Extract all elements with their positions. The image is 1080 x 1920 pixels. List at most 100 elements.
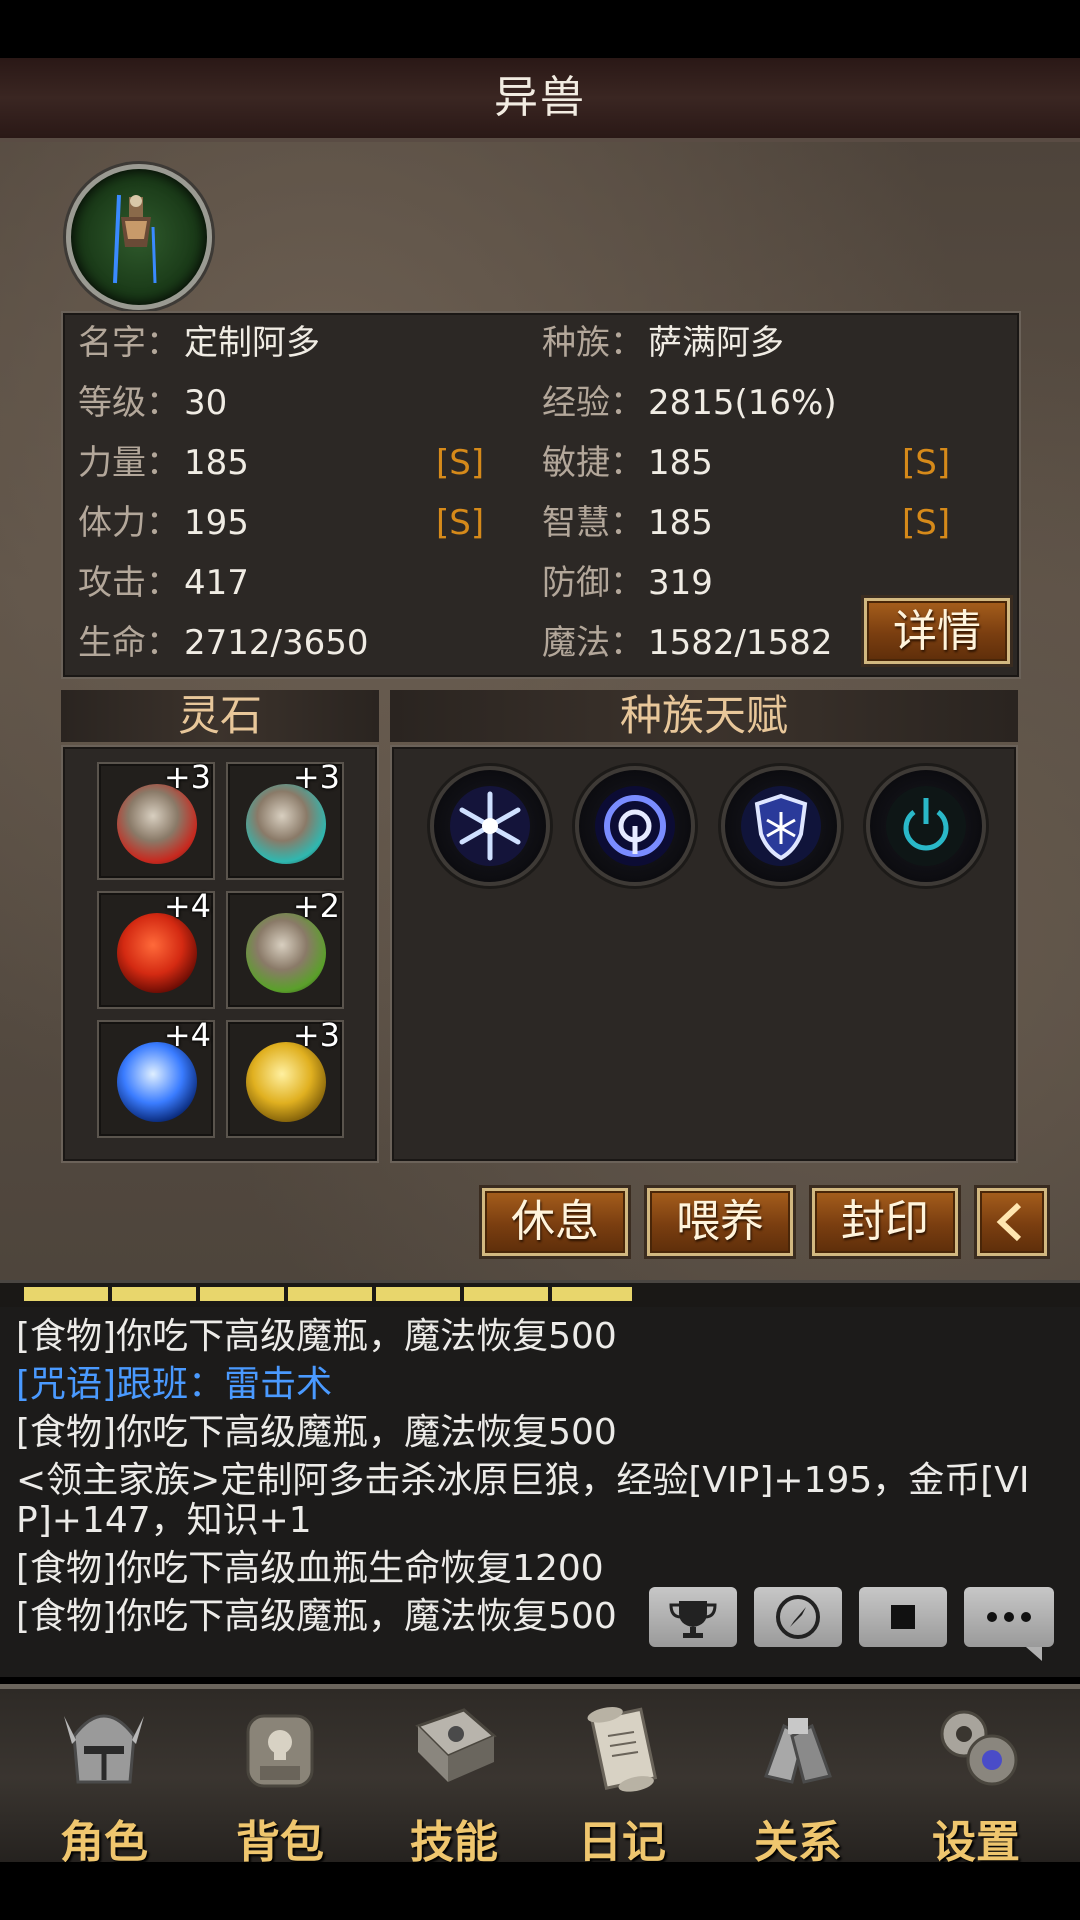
- spirit-stone-slot[interactable]: +2: [226, 887, 344, 1009]
- arcane-ring-icon: [595, 786, 675, 866]
- exp-row: 经验： 2815(16%): [542, 383, 837, 423]
- strength-row: 力量： 185: [78, 443, 249, 483]
- agility-row: 敏捷： 185: [542, 443, 713, 483]
- agility-label: 敏捷：: [542, 443, 644, 483]
- wisdom-value: 185: [648, 503, 713, 543]
- defense-value: 319: [648, 563, 713, 603]
- spirit-stone-slot[interactable]: +4: [97, 887, 215, 1009]
- stop-button[interactable]: [859, 1587, 947, 1647]
- gauntlets-icon: [764, 1718, 832, 1784]
- race-row: 种族： 萨满阿多: [542, 323, 784, 363]
- defense-row: 防御： 319: [542, 563, 713, 603]
- wisdom-row: 智慧： 185: [542, 503, 713, 543]
- agility-value: 185: [648, 443, 713, 483]
- name-row: 名字： 定制阿多: [78, 323, 320, 363]
- race-value: 萨满阿多: [648, 323, 784, 363]
- nav-relations[interactable]: 关系: [718, 1696, 878, 1868]
- nav-label: 角色: [60, 1817, 148, 1868]
- hp-row: 生命： 2712/3650: [78, 623, 369, 663]
- nav-label: 背包: [236, 1817, 324, 1868]
- chat-button[interactable]: [964, 1587, 1054, 1661]
- name-label: 名字：: [78, 323, 180, 363]
- nav-backpack[interactable]: 背包: [200, 1696, 360, 1868]
- strength-label: 力量：: [78, 443, 180, 483]
- attack-label: 攻击：: [78, 563, 180, 603]
- race-talents-title: 种族天赋: [390, 690, 1018, 742]
- nav-settings[interactable]: 设置: [896, 1696, 1056, 1868]
- red-orb-icon: [117, 913, 197, 993]
- experience-segment: [464, 1287, 552, 1301]
- scroll-icon: [587, 1707, 658, 1792]
- snowflake-icon: [450, 786, 530, 866]
- gears-icon: [940, 1710, 1018, 1786]
- bottom-bar: [0, 1862, 1080, 1920]
- mp-label: 魔法：: [542, 623, 644, 663]
- compass-button[interactable]: [754, 1587, 842, 1647]
- nav-character[interactable]: 角色: [24, 1696, 184, 1868]
- pet-avatar[interactable]: [66, 164, 212, 310]
- teal-rune-stone-icon: [246, 784, 326, 864]
- talent-slot[interactable]: [575, 766, 695, 886]
- feed-button[interactable]: 喂养: [647, 1188, 793, 1256]
- details-button[interactable]: 详情: [864, 598, 1010, 664]
- rest-button[interactable]: 休息: [482, 1188, 628, 1256]
- trophy-button[interactable]: [649, 1587, 737, 1647]
- strength-value: 185: [184, 443, 249, 483]
- stone-count: +3: [292, 1016, 340, 1054]
- gold-rune-stone-icon: [246, 1042, 326, 1122]
- nav-label: 技能: [410, 1817, 498, 1868]
- seal-button[interactable]: 封印: [812, 1188, 958, 1256]
- race-label: 种族：: [542, 323, 644, 363]
- green-rune-stone-icon: [246, 913, 326, 993]
- stamina-grade: [S]: [436, 503, 485, 543]
- wisdom-grade: [S]: [902, 503, 951, 543]
- red-rune-stone-icon: [117, 784, 197, 864]
- helmet-icon: [64, 1714, 144, 1784]
- log-line: [食物]你吃下高级魔瓶，魔法恢复500: [16, 1412, 617, 1453]
- nav-diary[interactable]: 日记: [542, 1696, 702, 1868]
- spellbook-icon: [415, 1708, 497, 1782]
- hp-label: 生命：: [78, 623, 180, 663]
- hp-value: 2712/3650: [184, 623, 369, 663]
- mp-value: 1582/1582: [648, 623, 833, 663]
- page-title: 异兽: [494, 72, 586, 123]
- nav-label: 关系: [754, 1817, 842, 1868]
- log-line: [食物]你吃下高级血瓶生命恢复1200: [16, 1548, 604, 1589]
- talent-slot[interactable]: [430, 766, 550, 886]
- spirit-stone-slot[interactable]: +3: [97, 758, 215, 880]
- level-label: 等级：: [78, 383, 180, 423]
- compass-icon: [776, 1595, 820, 1639]
- log-line-spell: [咒语]跟班：雷击术: [16, 1364, 333, 1405]
- experience-segment: [288, 1287, 376, 1301]
- nav-label: 设置: [932, 1817, 1020, 1868]
- frost-shield-icon: [741, 786, 821, 866]
- talent-slot[interactable]: [721, 766, 841, 886]
- trophy-icon: [669, 1601, 717, 1638]
- stone-count: +3: [163, 758, 211, 796]
- stamina-value: 195: [184, 503, 249, 543]
- name-value: 定制阿多: [184, 323, 320, 363]
- experience-segment: [24, 1287, 112, 1301]
- spirit-stone-slot[interactable]: +3: [226, 758, 344, 880]
- experience-segment: [112, 1287, 200, 1301]
- agility-grade: [S]: [902, 443, 951, 483]
- chat-bubble-icon: [987, 1612, 1042, 1661]
- level-row: 等级： 30: [78, 383, 227, 423]
- attack-row: 攻击： 417: [78, 563, 249, 603]
- nav-skills[interactable]: 技能: [374, 1696, 534, 1868]
- stone-count: +4: [163, 1016, 211, 1054]
- experience-segment: [376, 1287, 464, 1301]
- backpack-icon: [246, 1714, 314, 1788]
- stamina-label: 体力：: [78, 503, 180, 543]
- back-button[interactable]: [977, 1188, 1047, 1256]
- wisdom-label: 智慧：: [542, 503, 644, 543]
- exp-value: 2815(16%): [648, 383, 837, 423]
- stamina-row: 体力： 195: [78, 503, 249, 543]
- talent-slot[interactable]: [866, 766, 986, 886]
- mp-row: 魔法： 1582/1582: [542, 623, 833, 663]
- spirit-stone-slot[interactable]: +3: [226, 1016, 344, 1138]
- spirit-stone-slot[interactable]: +4: [97, 1016, 215, 1138]
- log-line: <领主家族>定制阿多击杀冰原巨狼，经验[VIP]+195，金币[VIP]+147…: [16, 1460, 1030, 1541]
- blue-lightning-orb-icon: [117, 1042, 197, 1122]
- exp-label: 经验：: [542, 383, 644, 423]
